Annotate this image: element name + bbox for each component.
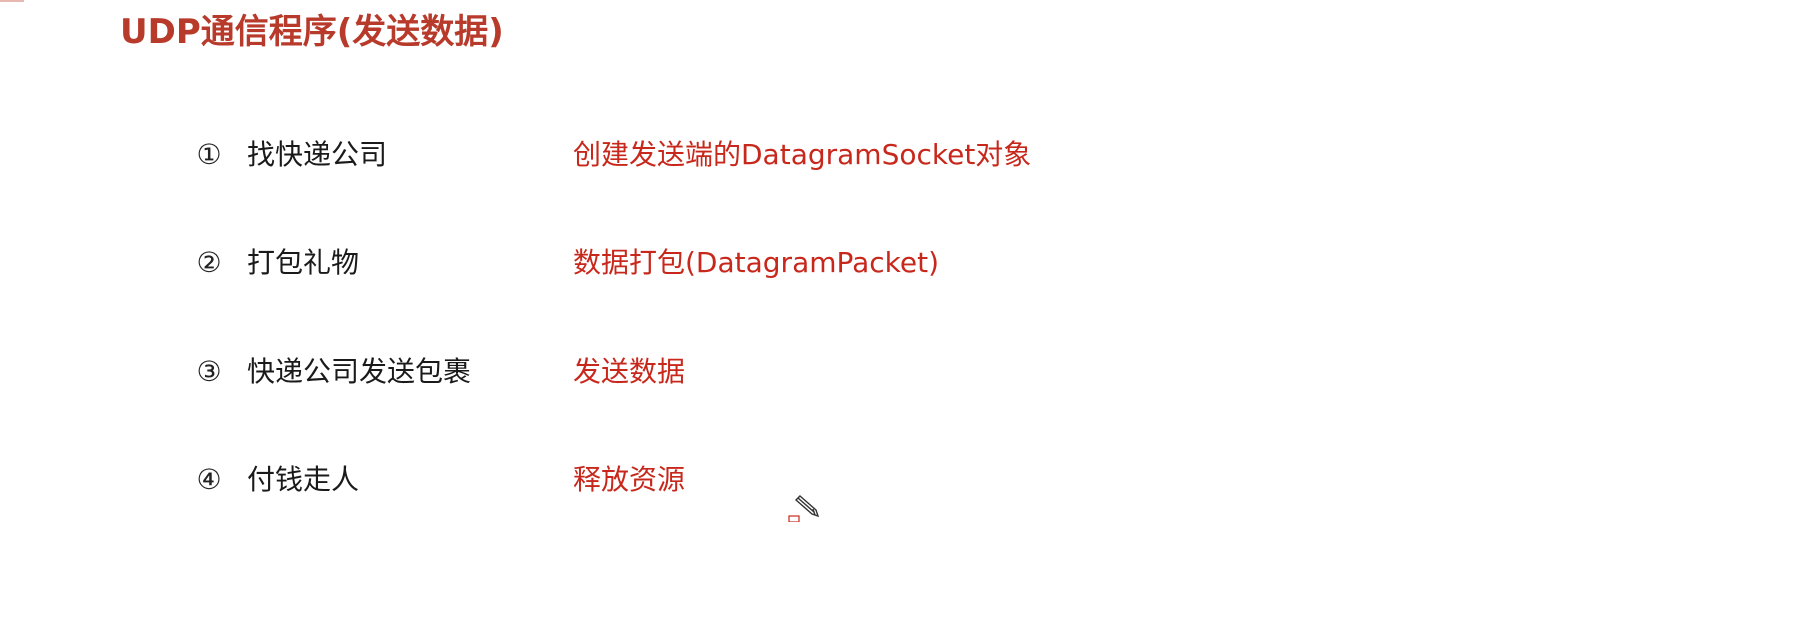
step-number: ① bbox=[196, 138, 222, 171]
step-label: 付钱走人 bbox=[247, 463, 360, 496]
step-number: ③ bbox=[196, 355, 222, 388]
step-number: ② bbox=[196, 246, 222, 279]
step-label: 快递公司发送包裹 bbox=[247, 355, 472, 388]
pencil-cursor-icon bbox=[788, 495, 820, 522]
slide-title: UDP通信程序(发送数据) bbox=[120, 12, 504, 52]
step-number: ④ bbox=[196, 463, 222, 496]
step-description: 数据打包(DatagramPacket) bbox=[573, 246, 940, 279]
step-description: 创建发送端的DatagramSocket对象 bbox=[573, 138, 1032, 171]
step-label: 打包礼物 bbox=[247, 246, 360, 279]
step-row-1: ① 找快递公司 创建发送端的DatagramSocket对象 bbox=[0, 133, 1200, 177]
step-row-4: ④ 付钱走人 释放资源 bbox=[0, 458, 1200, 502]
step-row-3: ③ 快递公司发送包裹 发送数据 bbox=[0, 350, 1200, 394]
slide: UDP通信程序(发送数据) ① 找快递公司 创建发送端的DatagramSock… bbox=[0, 0, 1799, 626]
corner-mark bbox=[0, 0, 24, 2]
step-description: 发送数据 bbox=[573, 355, 686, 388]
step-label: 找快递公司 bbox=[247, 138, 388, 171]
step-row-2: ② 打包礼物 数据打包(DatagramPacket) bbox=[0, 241, 1200, 285]
step-description: 释放资源 bbox=[573, 463, 686, 496]
